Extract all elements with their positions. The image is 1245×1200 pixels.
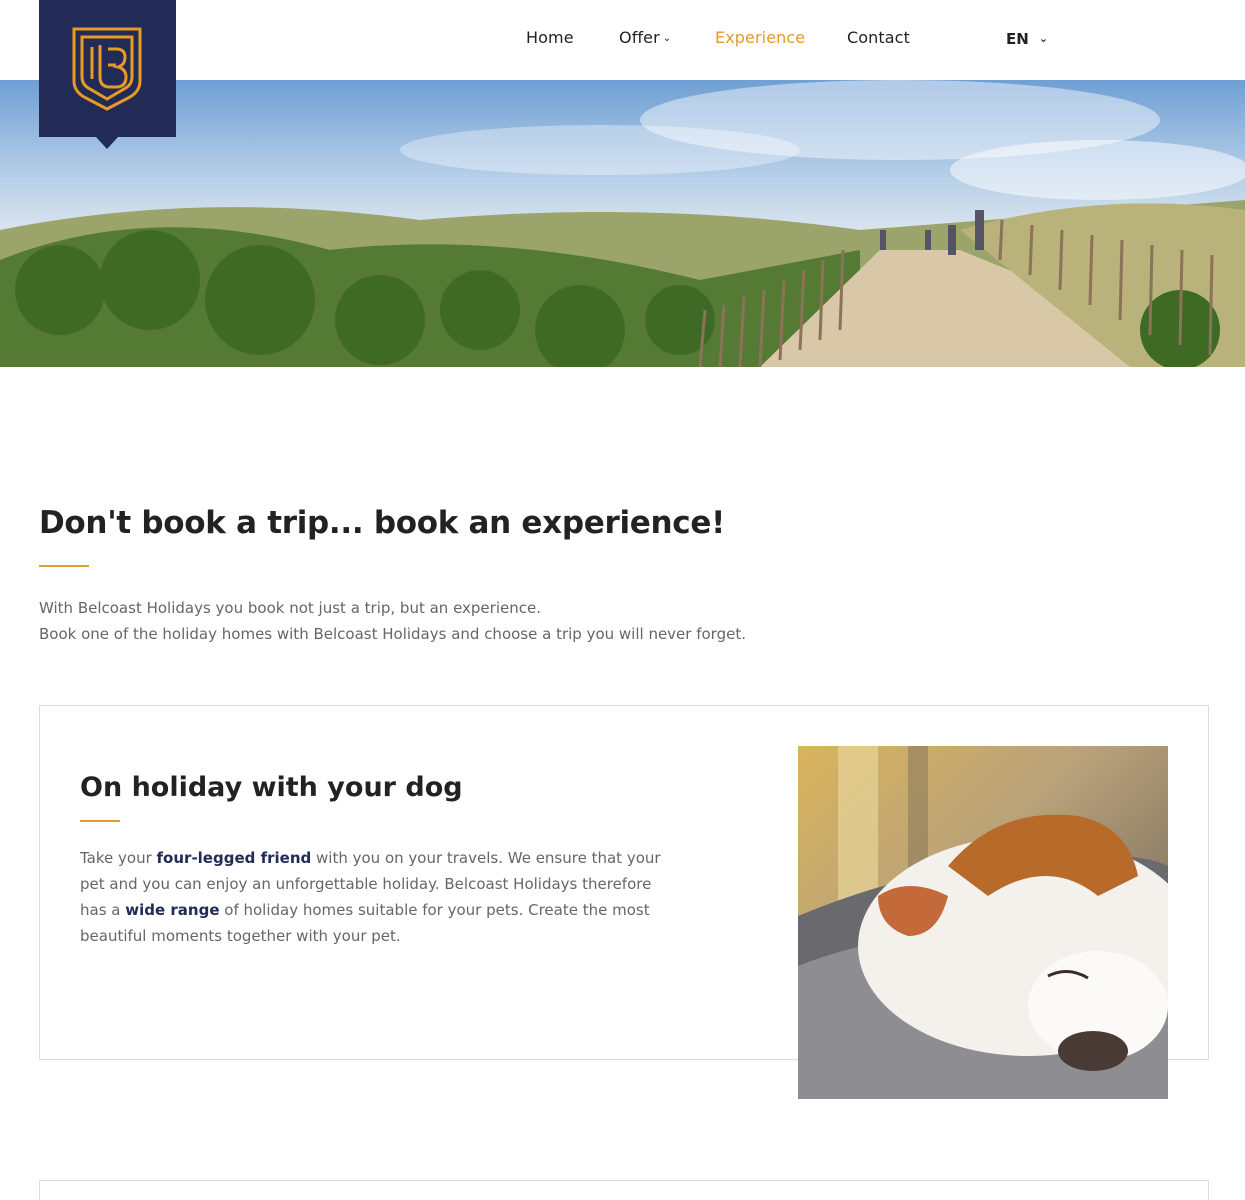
chevron-down-icon: ⌄ bbox=[1038, 32, 1049, 45]
card-title: On holiday with your dog bbox=[80, 772, 463, 803]
chevron-down-icon: ⌄ bbox=[662, 33, 672, 44]
card-bold-four-legged: four-legged friend bbox=[156, 849, 312, 867]
site-logo[interactable] bbox=[39, 0, 176, 149]
card-bold-wide-range: wide range bbox=[125, 901, 220, 919]
page-title: Don't book a trip... book an experience! bbox=[39, 505, 725, 541]
card-title-underline bbox=[80, 820, 120, 822]
next-experience-card bbox=[39, 1180, 1209, 1200]
intro-line-1: With Belcoast Holidays you book not just… bbox=[39, 599, 541, 617]
language-label: EN bbox=[1006, 30, 1029, 48]
dunes-path-image bbox=[0, 80, 1245, 367]
title-underline bbox=[39, 565, 89, 567]
intro-line-2: Book one of the holiday homes with Belco… bbox=[39, 625, 746, 643]
hero-banner bbox=[0, 80, 1245, 367]
nav-home[interactable]: Home bbox=[526, 28, 574, 47]
nav-contact[interactable]: Contact bbox=[847, 28, 910, 47]
card-paragraph: Take your four-legged friend with you on… bbox=[80, 845, 680, 949]
shield-logo-icon bbox=[72, 27, 142, 111]
intro-paragraph: With Belcoast Holidays you book not just… bbox=[39, 595, 746, 647]
nav-offer[interactable]: Offer ⌄ bbox=[619, 28, 671, 47]
card-text-1: Take your bbox=[80, 849, 157, 867]
nav-offer-label: Offer bbox=[619, 28, 660, 47]
language-select[interactable]: EN ⌄ bbox=[1006, 30, 1048, 48]
nav-experience[interactable]: Experience bbox=[715, 28, 805, 47]
site-header: Home Offer ⌄ Experience Contact EN ⌄ bbox=[0, 0, 1245, 80]
sleeping-dog-image bbox=[798, 746, 1168, 1099]
